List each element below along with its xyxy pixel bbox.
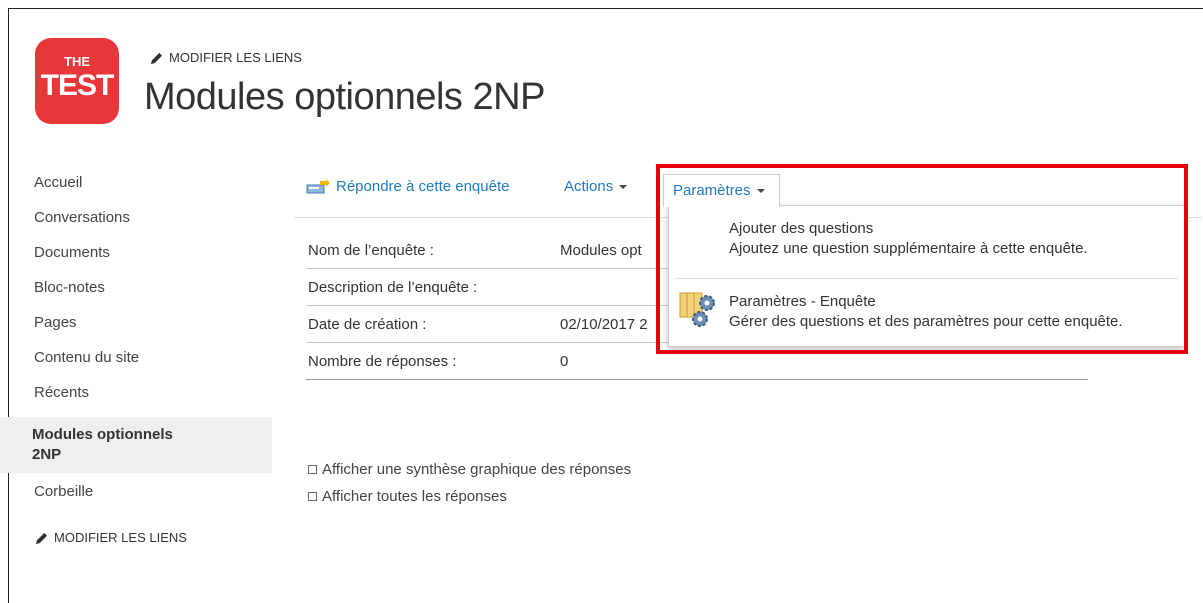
bullet-icon xyxy=(308,464,317,474)
site-logo[interactable]: THE TEST xyxy=(35,38,119,124)
respond-survey-label: Répondre à cette enquête xyxy=(336,178,510,195)
edit-links-top[interactable]: MODIFIER LES LIENS xyxy=(150,50,302,65)
menu-item-description: Ajoutez une question supplémentaire à ce… xyxy=(729,240,1088,257)
menu-divider xyxy=(675,278,1178,279)
nav-item-selected-label: Modules optionnels 2NP xyxy=(32,426,173,463)
nav-item-accueil[interactable]: Accueil xyxy=(28,170,268,205)
property-value: 02/10/2017 2 xyxy=(560,316,648,333)
menu-item-survey-settings[interactable]: Paramètres - Enquête Gérer des questions… xyxy=(669,293,1184,338)
property-label: Description de l’enquête : xyxy=(308,279,478,296)
nav-item-recents[interactable]: Récents xyxy=(28,380,268,415)
nav-item-pages[interactable]: Pages xyxy=(28,310,268,345)
respond-survey-button[interactable]: Répondre à cette enquête xyxy=(306,178,509,195)
parametres-dropdown-menu: Ajouter des questions Ajoutez une questi… xyxy=(668,205,1185,347)
chevron-down-icon xyxy=(756,189,765,194)
show-summary-link[interactable]: Afficher une synthèse graphique des répo… xyxy=(308,460,631,487)
property-label: Nombre de réponses : xyxy=(308,353,457,370)
parametres-menu-button[interactable]: Paramètres xyxy=(663,174,780,207)
menu-item-title: Ajouter des questions xyxy=(729,220,874,237)
edit-links-nav[interactable]: MODIFIER LES LIENS xyxy=(35,530,187,545)
actions-label: Actions xyxy=(564,178,614,195)
edit-links-label: MODIFIER LES LIENS xyxy=(169,50,302,65)
nav-item-contenu-du-site[interactable]: Contenu du site xyxy=(28,345,268,380)
menu-item-description: Gérer des questions et des paramètres po… xyxy=(729,313,1123,330)
nav-item-modules-optionnels[interactable]: Modules optionnels 2NP xyxy=(0,417,272,473)
logo-text-test: TEST xyxy=(40,69,115,102)
nav-item-documents[interactable]: Documents xyxy=(28,240,268,275)
parametres-label: Paramètres xyxy=(673,182,751,199)
response-links: Afficher une synthèse graphique des répo… xyxy=(308,460,631,514)
show-summary-label: Afficher une synthèse graphique des répo… xyxy=(322,461,632,478)
left-navigation: Accueil Conversations Documents Bloc-not… xyxy=(0,170,272,514)
menu-item-add-questions[interactable]: Ajouter des questions Ajoutez une questi… xyxy=(669,220,1184,275)
show-all-responses-link[interactable]: Afficher toutes les réponses xyxy=(308,487,631,514)
chevron-down-icon xyxy=(619,185,628,190)
pencil-icon xyxy=(150,52,163,65)
respond-survey-icon xyxy=(306,179,330,194)
table-row: Nombre de réponses : 0 xyxy=(306,343,1088,380)
property-value: 0 xyxy=(560,353,569,370)
nav-item-corbeille[interactable]: Corbeille xyxy=(28,479,268,514)
edit-links-nav-label: MODIFIER LES LIENS xyxy=(54,530,187,545)
property-label: Nom de l’enquête : xyxy=(308,242,434,259)
logo-text-the: THE xyxy=(64,54,90,69)
bullet-icon xyxy=(308,491,317,501)
nav-item-conversations[interactable]: Conversations xyxy=(28,205,268,240)
menu-item-title: Paramètres - Enquête xyxy=(729,293,876,310)
actions-menu-button[interactable]: Actions xyxy=(564,178,628,195)
property-value: Modules opt xyxy=(560,242,642,259)
pencil-icon xyxy=(35,532,48,545)
site-title[interactable]: Modules optionnels 2NP xyxy=(144,76,545,119)
show-all-responses-label: Afficher toutes les réponses xyxy=(322,488,507,505)
property-label: Date de création : xyxy=(308,316,427,333)
nav-item-bloc-notes[interactable]: Bloc-notes xyxy=(28,275,268,310)
